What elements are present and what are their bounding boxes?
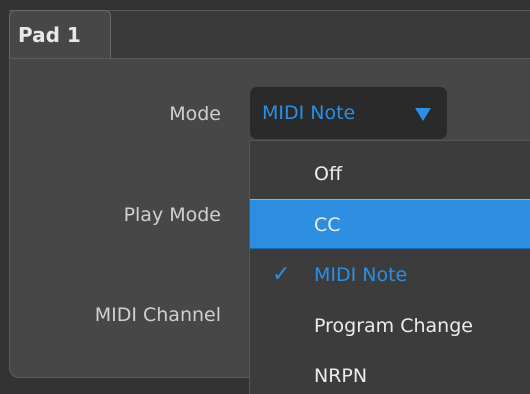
menu-item-label: MIDI Note	[314, 264, 408, 286]
midi-channel-label: MIDI Channel	[94, 304, 221, 326]
play-mode-label: Play Mode	[123, 204, 221, 226]
menu-item-label: NRPN	[314, 365, 368, 387]
tab-pad-1[interactable]: Pad 1	[9, 10, 111, 59]
tab-label: Pad 1	[18, 23, 81, 47]
menu-item-midi-note[interactable]: ✓ MIDI Note	[250, 250, 530, 300]
menu-item-off[interactable]: Off	[250, 149, 530, 199]
menu-item-label: Off	[314, 163, 343, 185]
menu-item-program-change[interactable]: Program Change	[250, 301, 530, 351]
checkmark-icon: ✓	[272, 262, 291, 287]
window-top-edge	[0, 0, 530, 10]
window-bottom-edge	[0, 378, 249, 394]
menu-item-cc[interactable]: CC	[250, 199, 530, 249]
menu-item-nrpn[interactable]: NRPN	[250, 351, 530, 394]
mode-label: Mode	[169, 103, 221, 125]
mode-select-value: MIDI Note	[262, 102, 356, 124]
menu-item-label: CC	[314, 214, 341, 236]
menu-item-label: Program Change	[314, 315, 473, 337]
mode-select[interactable]: MIDI Note	[250, 87, 447, 139]
triangle-down-icon	[415, 108, 431, 121]
mode-dropdown-menu: Off CC ✓ MIDI Note Program Change NRPN	[249, 140, 530, 394]
